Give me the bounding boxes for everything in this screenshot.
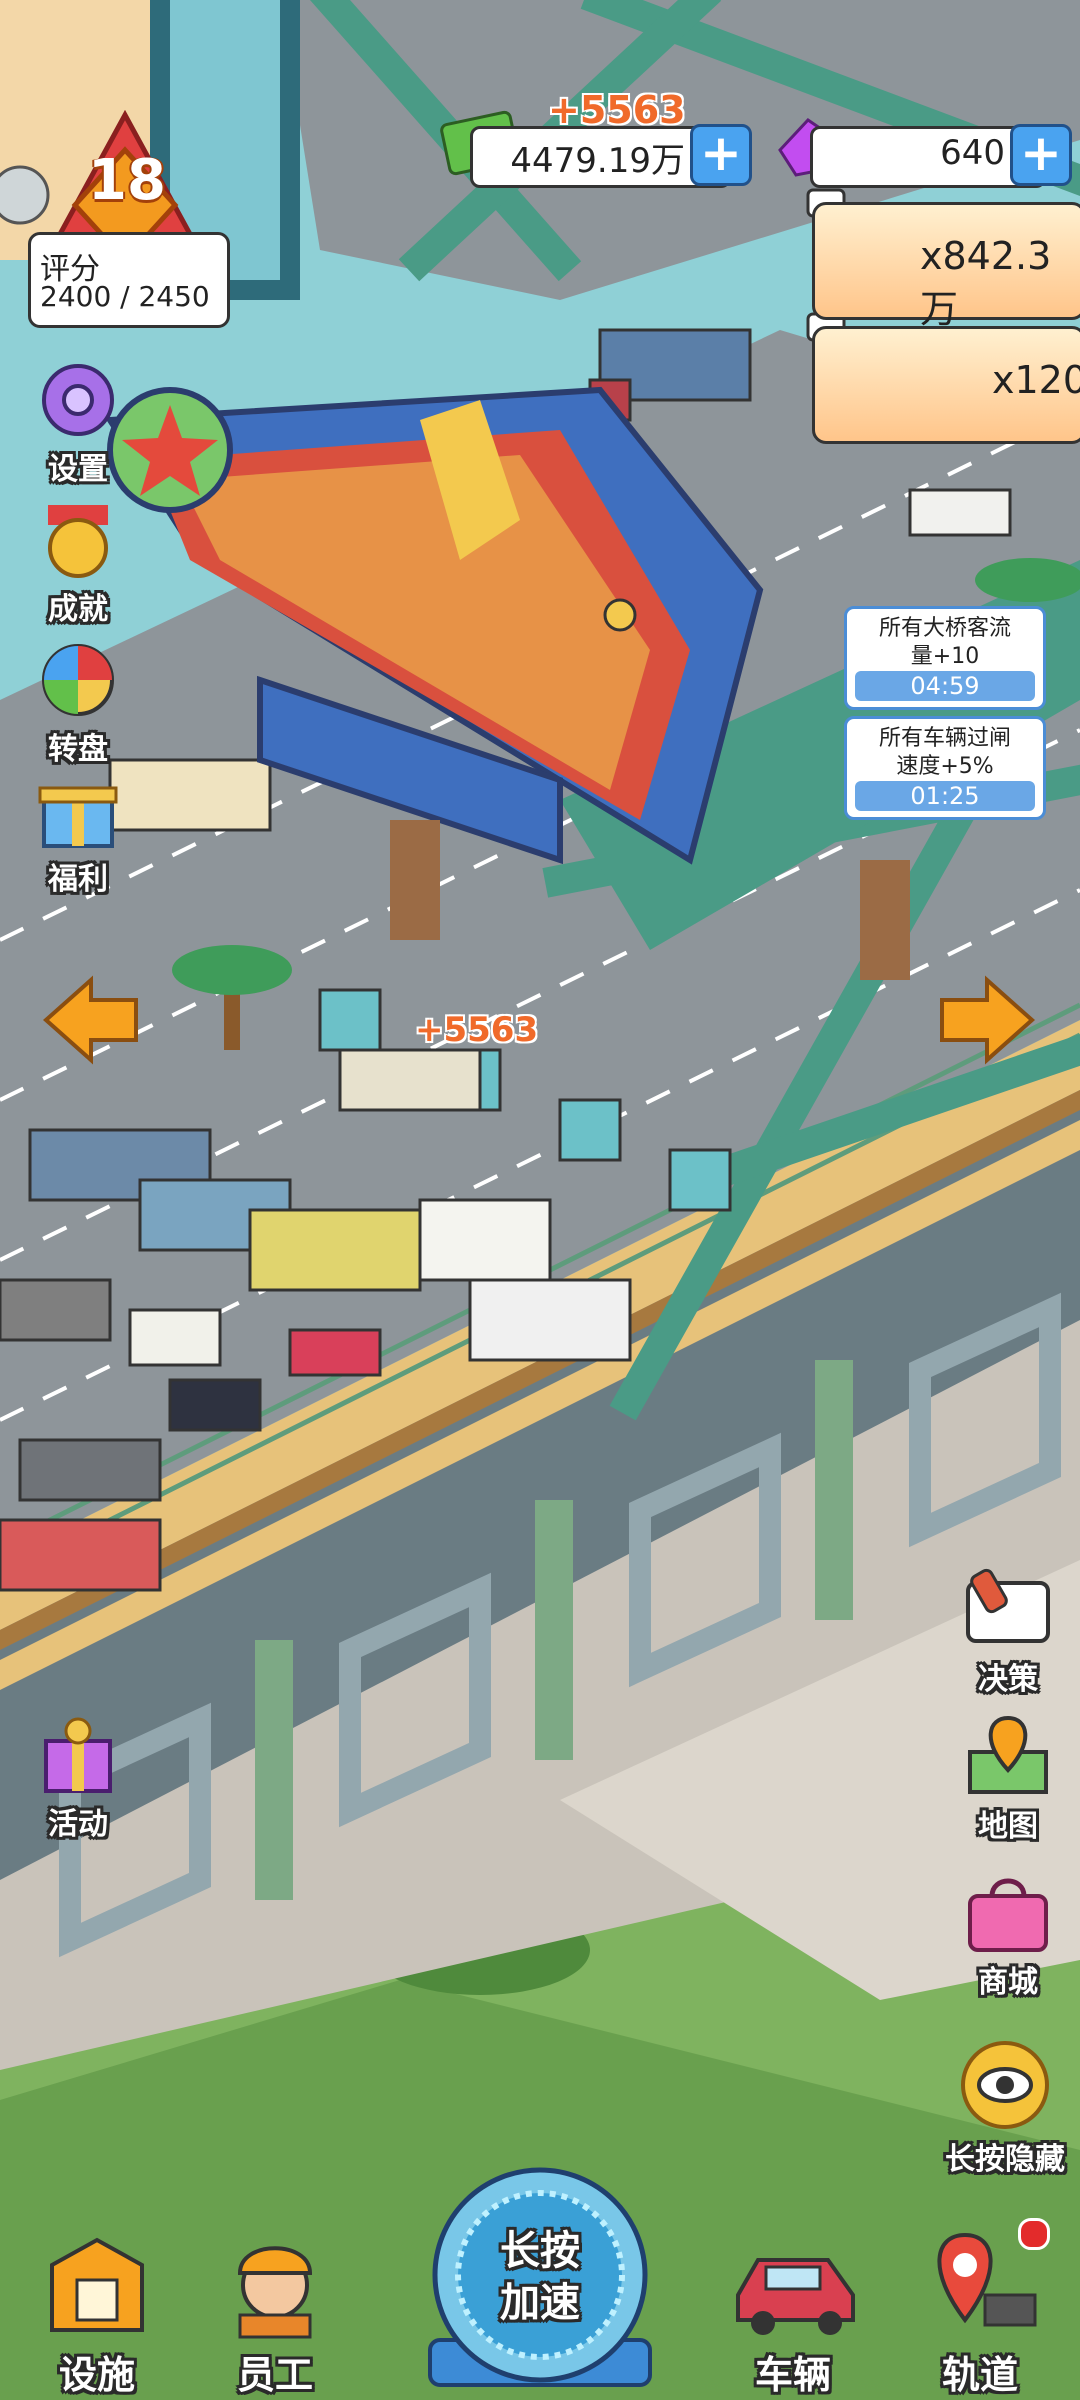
settings-label: 设置 bbox=[48, 452, 108, 487]
staff-button[interactable]: 员工 bbox=[200, 2225, 350, 2397]
buff-passenger-flow: 所有大桥客流 量+10 04:59 bbox=[844, 606, 1046, 710]
shop-bag-icon bbox=[968, 1878, 1048, 1952]
achievements-label: 成就 bbox=[48, 592, 108, 627]
eye-icon bbox=[961, 2041, 1049, 2129]
money-gain-popup: +5563 bbox=[548, 88, 686, 132]
facilities-label: 设施 bbox=[58, 2353, 135, 2397]
gift-box-icon bbox=[38, 786, 118, 848]
add-money-button[interactable]: + bbox=[690, 124, 752, 186]
map-button[interactable]: 地图 bbox=[948, 1712, 1068, 1844]
shop-label: 商城 bbox=[978, 1965, 1038, 2000]
vehicles-button[interactable]: 车辆 bbox=[718, 2225, 868, 2397]
track-label: 轨道 bbox=[941, 2353, 1018, 2397]
wheel-button[interactable]: 转盘 bbox=[18, 640, 138, 767]
buff-text: 所有车辆过闸 速度+5% bbox=[878, 726, 1011, 779]
vehicles-label: 车辆 bbox=[754, 2353, 831, 2397]
buff-text: 所有大桥客流 量+10 bbox=[878, 616, 1011, 669]
boost-label: 长按 加速 bbox=[500, 2228, 580, 2326]
arrow-left-icon[interactable] bbox=[36, 975, 146, 1065]
hide-ui-button[interactable]: 长按隐藏 bbox=[930, 2040, 1080, 2177]
welfare-button[interactable]: 福利 bbox=[18, 770, 138, 897]
reward-gems-value: x120 bbox=[992, 358, 1080, 402]
gem-value: 640 bbox=[940, 133, 1005, 173]
rating-value: 2400 / 2450 bbox=[40, 280, 210, 313]
events-label: 活动 bbox=[48, 1807, 108, 1842]
buff-timer: 04:59 bbox=[855, 671, 1035, 701]
wheel-label: 转盘 bbox=[48, 732, 108, 767]
money-value: 4479.19万 bbox=[510, 141, 685, 181]
add-gems-button[interactable]: + bbox=[1010, 124, 1072, 186]
level-number: 18 bbox=[88, 148, 166, 213]
facilities-button[interactable]: 设施 bbox=[22, 2225, 172, 2397]
reward-money-value: x842.3万 bbox=[920, 234, 1052, 331]
shop-button[interactable]: 商城 bbox=[948, 1868, 1068, 2000]
events-button[interactable]: 活动 bbox=[18, 1715, 138, 1842]
welfare-label: 福利 bbox=[48, 862, 108, 897]
buff-timer: 01:25 bbox=[855, 781, 1035, 811]
car-icon bbox=[736, 2258, 855, 2335]
achievements-button[interactable]: 成就 bbox=[18, 500, 138, 627]
building-icon bbox=[50, 2237, 144, 2332]
gear-icon bbox=[42, 364, 114, 436]
worker-icon bbox=[237, 2246, 313, 2339]
staff-label: 员工 bbox=[236, 2353, 313, 2397]
decision-icon bbox=[966, 1568, 1050, 1643]
decision-label: 决策 bbox=[978, 1662, 1038, 1697]
notification-dot bbox=[1018, 2218, 1050, 2250]
map-pin-icon bbox=[968, 1715, 1048, 1794]
boost-button[interactable]: 长按 加速 bbox=[415, 2165, 665, 2395]
decision-button[interactable]: 决策 bbox=[948, 1565, 1068, 1697]
settings-button[interactable]: 设置 bbox=[18, 360, 138, 487]
hide-ui-label: 长按隐藏 bbox=[945, 2142, 1065, 2177]
arrow-right-icon[interactable] bbox=[932, 975, 1042, 1065]
toll-gain-popup: +5563 bbox=[415, 1010, 539, 1050]
spin-wheel-icon bbox=[42, 644, 114, 716]
gift-box-icon bbox=[44, 1717, 112, 1793]
buff-vehicle-speed: 所有车辆过闸 速度+5% 01:25 bbox=[844, 716, 1046, 820]
trophy-icon bbox=[48, 505, 108, 578]
map-label: 地图 bbox=[978, 1809, 1038, 1844]
